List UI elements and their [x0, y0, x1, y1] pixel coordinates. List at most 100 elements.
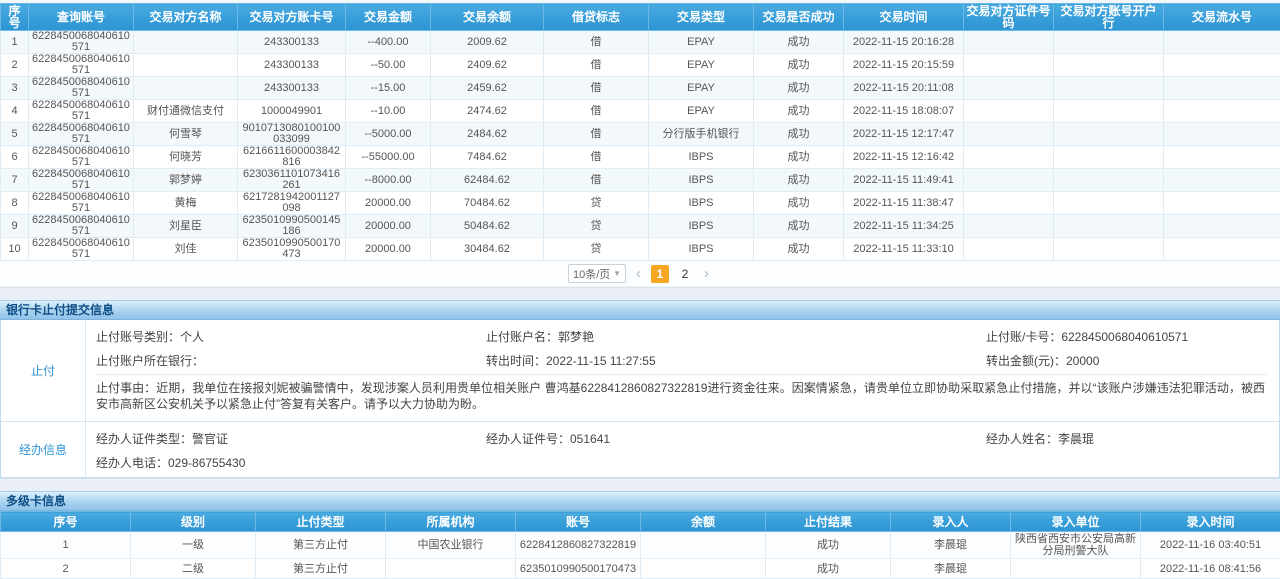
column-header: 交易对方账号开户行 — [1054, 4, 1164, 31]
table-cell: 6228450068040610571 — [29, 77, 134, 100]
table-cell: 何雪琴 — [134, 123, 238, 146]
table-cell: 6235010990500170473 — [238, 238, 346, 261]
table-cell: --400.00 — [346, 31, 431, 54]
table-cell: IBPS — [649, 169, 754, 192]
table-cell — [1054, 215, 1164, 238]
table-cell — [964, 215, 1054, 238]
table-cell: --8000.00 — [346, 169, 431, 192]
table-cell: 1 — [1, 532, 131, 559]
table-cell: 成功 — [766, 532, 891, 559]
table-cell — [1054, 238, 1164, 261]
page-size-label: 10条/页 — [573, 266, 610, 282]
handler-group-label: 经办信息 — [1, 422, 86, 477]
table-cell: 4 — [1, 100, 29, 123]
table-cell: 20000.00 — [346, 215, 431, 238]
table-row: 56228450068040610571何雪琴90107130801001000… — [1, 123, 1280, 146]
table-cell: 6228412860827322819 — [516, 532, 641, 559]
table-cell: 6228450068040610571 — [29, 31, 134, 54]
table-cell: 2022-11-15 20:11:08 — [844, 77, 964, 100]
table-cell: 6228450068040610571 — [29, 169, 134, 192]
field-account-category: 止付账号类别：个人 — [96, 328, 486, 345]
column-header: 录入单位 — [1011, 512, 1141, 532]
table-cell: 陕西省西安市公安局高新分局刑警大队 — [1011, 532, 1141, 559]
field-row: 止付账户所在银行： 转出时间：2022-11-15 11:27:55 转出金额(… — [96, 348, 1267, 372]
field-account-bank: 止付账户所在银行： — [96, 352, 486, 369]
table-cell: 6228450068040610571 — [29, 146, 134, 169]
field-handler-id-number: 经办人证件号：051641 — [486, 430, 986, 447]
column-header: 录入时间 — [1141, 512, 1280, 532]
table-cell — [1164, 100, 1280, 123]
table-cell: 借 — [544, 123, 649, 146]
column-header: 录入人 — [891, 512, 1011, 532]
table-cell: EPAY — [649, 77, 754, 100]
column-header: 账号 — [516, 512, 641, 532]
table-cell — [1164, 123, 1280, 146]
table-cell: 2022-11-15 11:33:10 — [844, 238, 964, 261]
table-cell: 2022-11-15 20:16:28 — [844, 31, 964, 54]
table-cell: 财付通微信支付 — [134, 100, 238, 123]
prev-page-button[interactable]: ‹ — [633, 266, 644, 281]
table-row: 36228450068040610571243300133--15.002459… — [1, 77, 1280, 100]
page-button-2[interactable]: 2 — [676, 265, 694, 283]
stop-payment-section-title: 银行卡止付提交信息 — [0, 300, 1280, 320]
page-size-select[interactable]: 10条/页 ▼ — [568, 264, 626, 283]
table-cell — [1164, 77, 1280, 100]
table-cell — [641, 532, 766, 559]
table-cell: 8 — [1, 192, 29, 215]
table-cell — [1054, 54, 1164, 77]
table-cell: 2484.62 — [431, 123, 544, 146]
table-cell — [964, 192, 1054, 215]
table-cell: 62484.62 — [431, 169, 544, 192]
table-cell: 一级 — [131, 532, 256, 559]
table-cell: 9010713080100100033099 — [238, 123, 346, 146]
table-cell: 何晓芳 — [134, 146, 238, 169]
table-cell — [964, 123, 1054, 146]
next-page-button[interactable]: › — [701, 266, 712, 281]
table-row: 1一级第三方止付中国农业银行6228412860827322819成功李晨琨陕西… — [1, 532, 1280, 559]
table-cell: 1 — [1, 31, 29, 54]
table-cell: 6228450068040610571 — [29, 123, 134, 146]
table-cell: IBPS — [649, 215, 754, 238]
table-cell: 3 — [1, 77, 29, 100]
table-cell: 郭梦婷 — [134, 169, 238, 192]
table-cell: 成功 — [754, 146, 844, 169]
table-cell — [1011, 559, 1141, 579]
table-cell — [964, 31, 1054, 54]
table-cell — [964, 146, 1054, 169]
field-account-name: 止付账户名：郭梦艳 — [486, 328, 986, 345]
page-button-1[interactable]: 1 — [651, 265, 669, 283]
table-cell: 70484.62 — [431, 192, 544, 215]
table-cell: 成功 — [754, 31, 844, 54]
table-cell: EPAY — [649, 31, 754, 54]
table-cell: 243300133 — [238, 31, 346, 54]
table-cell: --55000.00 — [346, 146, 431, 169]
table-cell: 20000.00 — [346, 238, 431, 261]
table-cell: 2022-11-16 03:40:51 — [1141, 532, 1280, 559]
table-cell — [1054, 169, 1164, 192]
table-cell: 6228450068040610571 — [29, 54, 134, 77]
table-cell: 6216611600003842816 — [238, 146, 346, 169]
table-cell: IBPS — [649, 146, 754, 169]
table-cell: 6228450068040610571 — [29, 215, 134, 238]
table-cell — [1164, 54, 1280, 77]
field-row: 止付账号类别：个人 止付账户名：郭梦艳 止付账/卡号：6228450068040… — [96, 324, 1267, 348]
table-cell — [134, 77, 238, 100]
table-cell: 成功 — [754, 123, 844, 146]
table-cell: 2 — [1, 54, 29, 77]
table-cell: 刘佳 — [134, 238, 238, 261]
table-cell — [1054, 100, 1164, 123]
table-cell: 2022-11-15 18:08:07 — [844, 100, 964, 123]
section-divider — [0, 287, 1280, 300]
column-header: 余额 — [641, 512, 766, 532]
table-cell: 借 — [544, 169, 649, 192]
table-cell: 243300133 — [238, 77, 346, 100]
stop-payment-info-box: 止付 止付账号类别：个人 止付账户名：郭梦艳 止付账/卡号：6228450068… — [0, 320, 1280, 478]
table-cell: 7 — [1, 169, 29, 192]
column-header: 交易金额 — [346, 4, 431, 31]
table-cell — [964, 100, 1054, 123]
table-cell — [1054, 123, 1164, 146]
column-header: 交易余额 — [431, 4, 544, 31]
pagination-bar: 10条/页 ▼ ‹ 1 2 › — [0, 261, 1280, 287]
table-cell: 成功 — [754, 192, 844, 215]
table-cell — [386, 559, 516, 579]
